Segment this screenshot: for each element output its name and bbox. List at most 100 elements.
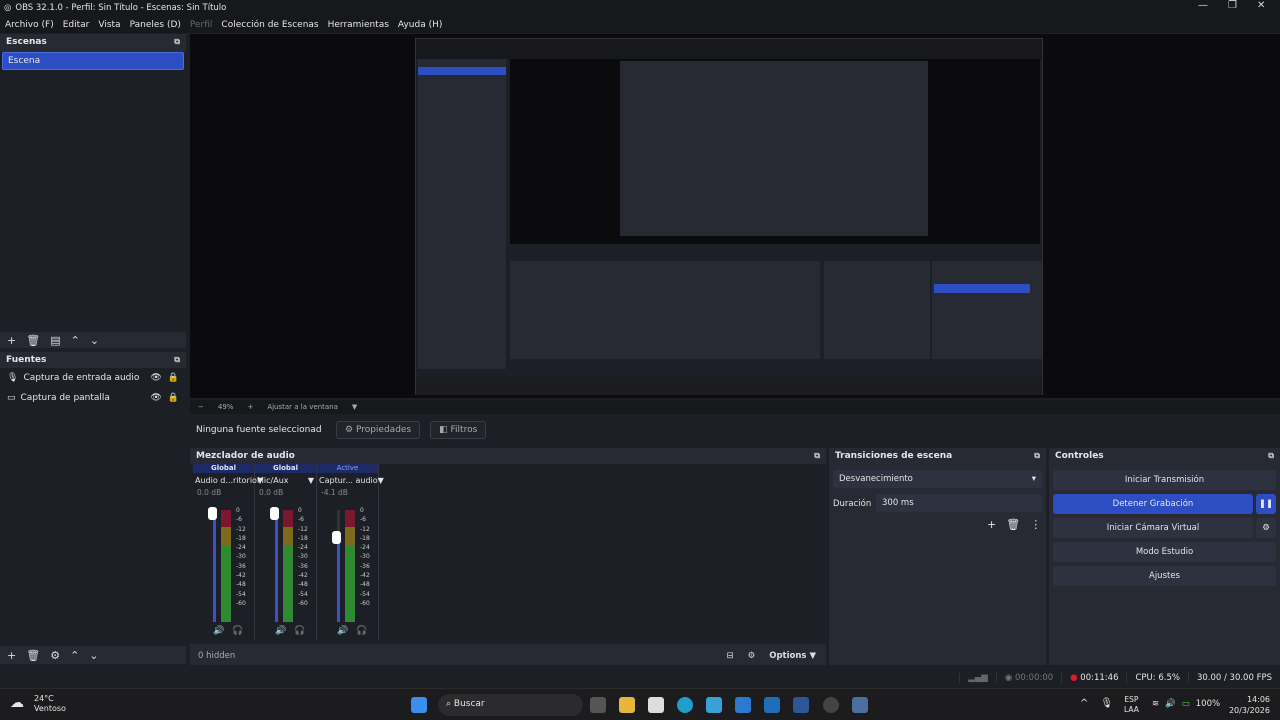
up-icon[interactable]: ⌃	[71, 334, 80, 347]
eye-icon[interactable]: 👁	[150, 393, 161, 403]
monitor-off-icon[interactable]: 🎧	[294, 626, 305, 636]
menu-editar[interactable]: Editar	[63, 20, 90, 30]
search-box[interactable]: ⌕ Buscar	[438, 694, 583, 716]
more-icon[interactable]: ⋮	[1030, 518, 1041, 531]
speaker-icon[interactable]: 🔊	[275, 626, 286, 636]
menu-perfil[interactable]: Perfil	[190, 20, 213, 30]
down-icon[interactable]: ⌄	[89, 649, 98, 662]
weather-widget[interactable]: 24°C Ventoso	[34, 694, 66, 714]
lock-icon[interactable]: 🔒	[168, 373, 179, 383]
up-icon[interactable]: ⌃	[70, 649, 79, 662]
meter-tick: -6	[360, 516, 366, 524]
meter-tick: -48	[298, 581, 308, 589]
zoom-fit-select[interactable]: Ajustar a la ventana	[267, 403, 338, 411]
channel-menu[interactable]: Mic/Aux ▼	[255, 473, 316, 488]
pause-icon[interactable]: ❚❚	[1256, 494, 1276, 514]
properties-button[interactable]: ⚙ Propiedades	[336, 421, 421, 439]
layout-icon[interactable]: ⊟	[727, 651, 734, 661]
volume-slider-track[interactable]	[213, 510, 216, 622]
start-stream-button[interactable]: Iniciar Transmisión	[1053, 470, 1276, 490]
scene-item[interactable]: Escena	[2, 52, 184, 70]
app-icon[interactable]	[852, 697, 868, 713]
context-bar: Ninguna fuente seleccionad ⚙ Propiedades…	[190, 418, 1280, 442]
zoom-out-button[interactable]: −	[198, 403, 204, 411]
menu-herramientas[interactable]: Herramientas	[328, 20, 389, 30]
speaker-icon[interactable]: 🔊	[337, 626, 348, 636]
app-icon[interactable]	[735, 697, 751, 713]
settings-button[interactable]: Ajustes	[1053, 566, 1276, 586]
obs-icon[interactable]	[823, 697, 839, 713]
zoom-value: 49%	[217, 403, 234, 411]
trash-icon[interactable]: 🗑	[1006, 518, 1020, 531]
trash-icon[interactable]: 🗑	[26, 649, 40, 662]
controls-title: Controles	[1055, 451, 1104, 461]
stop-recording-button[interactable]: Detener Grabación	[1053, 494, 1253, 514]
meter-tick: -36	[236, 562, 246, 570]
clock[interactable]: 14:06 20/3/2026	[1222, 694, 1270, 716]
monitor-off-icon[interactable]: 🎧	[356, 626, 367, 636]
add-icon[interactable]: +	[7, 649, 16, 662]
transition-select[interactable]: Desvanecimiento ▾	[833, 470, 1042, 488]
duration-input[interactable]: 300 ms	[876, 494, 1042, 512]
transitions-title: Transiciones de escena	[835, 451, 953, 461]
chevron-up-icon[interactable]: ^	[1080, 698, 1088, 709]
wifi-icon[interactable]: ≋	[1152, 699, 1159, 709]
filter-icon[interactable]: ▤	[50, 334, 60, 347]
filters-button[interactable]: ◧ Filtros	[430, 421, 487, 439]
signal-icon: ▂▄▆	[959, 673, 996, 683]
channel-menu[interactable]: Audio d...ritorio ▼	[193, 473, 263, 488]
float-icon[interactable]: ⧉	[174, 37, 180, 47]
battery-icon[interactable]: ▭	[1182, 699, 1190, 709]
source-item[interactable]: 🎙 Captura de entrada audio 👁 🔒	[0, 368, 186, 388]
advanced-settings-icon[interactable]: ⚙	[748, 651, 756, 661]
start-virtual-camera-button[interactable]: Iniciar Cámara Virtual	[1053, 518, 1253, 538]
task-view-icon[interactable]	[590, 697, 606, 713]
word-icon[interactable]	[793, 697, 809, 713]
start-icon[interactable]	[411, 697, 427, 713]
volume-slider-handle[interactable]	[270, 507, 279, 520]
float-icon[interactable]: ⧉	[814, 451, 820, 461]
zoom-in-button[interactable]: +	[247, 403, 253, 411]
add-icon[interactable]: +	[987, 518, 996, 531]
meter-tick: -18	[360, 534, 370, 542]
menu-paneles[interactable]: Paneles (D)	[130, 20, 181, 30]
weather-icon[interactable]: ☁	[10, 695, 24, 711]
menu-coleccion[interactable]: Colección de Escenas	[221, 20, 318, 30]
close-button[interactable]: ✕	[1257, 0, 1265, 11]
down-icon[interactable]: ⌄	[90, 334, 99, 347]
edge-icon[interactable]	[677, 697, 693, 713]
float-icon[interactable]: ⧉	[1034, 451, 1040, 461]
volume-slider-handle[interactable]	[332, 531, 341, 545]
speaker-icon[interactable]: 🔊	[213, 626, 224, 636]
source-item[interactable]: ▭ Captura de pantalla 👁 🔒	[0, 388, 186, 408]
trash-icon[interactable]: 🗑	[26, 334, 40, 347]
maximize-button[interactable]: ❐	[1228, 0, 1237, 11]
studio-mode-button[interactable]: Modo Estudio	[1053, 542, 1276, 562]
menu-vista[interactable]: Vista	[98, 20, 120, 30]
minimize-button[interactable]: —	[1198, 0, 1208, 11]
volume-slider-track[interactable]	[275, 510, 278, 622]
app-icon[interactable]	[764, 697, 780, 713]
notepad-icon[interactable]	[706, 697, 722, 713]
eye-icon[interactable]: 👁	[150, 373, 161, 383]
options-button[interactable]: Options ▼	[769, 651, 816, 661]
source-label: Captura de entrada audio	[23, 373, 140, 383]
store-icon[interactable]	[648, 697, 664, 713]
channel-menu[interactable]: Captur... audio ▼	[317, 473, 384, 488]
menu-archivo[interactable]: Archivo (F)	[5, 20, 54, 30]
volume-icon[interactable]: 🔊	[1165, 699, 1176, 709]
float-icon[interactable]: ⧉	[174, 355, 180, 365]
volume-slider-handle[interactable]	[208, 507, 217, 520]
lock-icon[interactable]: 🔒	[168, 393, 179, 403]
chevron-down-icon[interactable]: ▼	[352, 403, 357, 411]
gear-icon[interactable]: ⚙	[1256, 518, 1276, 538]
mic-icon[interactable]: 🎙	[1100, 698, 1113, 709]
language-indicator[interactable]: ESP LAA	[1124, 695, 1139, 715]
float-icon[interactable]: ⧉	[1268, 451, 1274, 461]
volume-slider-track[interactable]	[337, 534, 340, 622]
menu-ayuda[interactable]: Ayuda (H)	[398, 20, 442, 30]
add-icon[interactable]: +	[7, 334, 16, 347]
gear-icon[interactable]: ⚙	[50, 649, 60, 662]
file-explorer-icon[interactable]	[619, 697, 635, 713]
monitor-off-icon[interactable]: 🎧	[232, 626, 243, 636]
